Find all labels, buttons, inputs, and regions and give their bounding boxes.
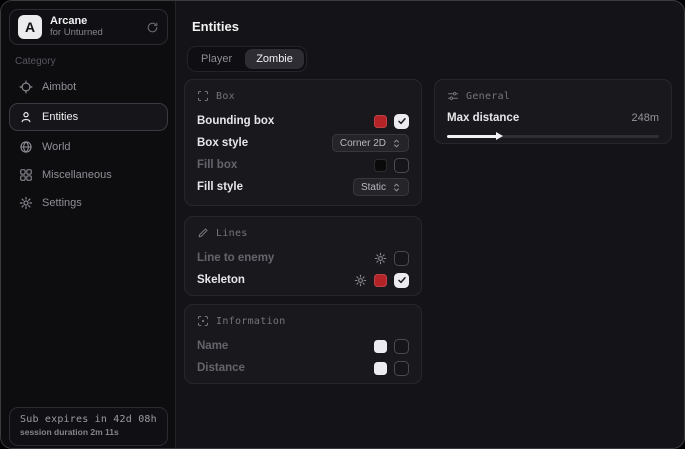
box-panel-header: Box xyxy=(197,89,409,103)
corner-brackets-icon xyxy=(197,90,209,102)
general-panel-header: General xyxy=(447,89,659,103)
bounding-box-checkbox[interactable] xyxy=(394,114,409,129)
max-distance-row: Max distance 248m xyxy=(447,109,659,127)
box-panel: Box Bounding box Box style xyxy=(184,79,422,206)
line-to-enemy-label: Line to enemy xyxy=(197,252,374,264)
sub-expiry-text: Sub expires in 42d 08h xyxy=(20,414,157,425)
line-to-enemy-checkbox[interactable] xyxy=(394,251,409,266)
fill-box-checkbox[interactable] xyxy=(394,158,409,173)
skeleton-label: Skeleton xyxy=(197,274,354,286)
panel-title: Box xyxy=(216,91,235,102)
chevrons-up-down-icon xyxy=(392,138,401,149)
sidebar-item-settings[interactable]: Settings xyxy=(9,189,168,217)
fill-style-value: Static xyxy=(361,182,386,193)
subscription-card: Sub expires in 42d 08h session duration … xyxy=(9,407,168,446)
lines-panel-header: Lines xyxy=(197,226,409,240)
name-color-swatch[interactable] xyxy=(374,340,387,353)
line-to-enemy-row: Line to enemy xyxy=(197,247,409,269)
bounding-box-row: Bounding box xyxy=(197,110,409,132)
app-subtitle: for Unturned xyxy=(50,28,138,39)
sidebar-item-aimbot[interactable]: Aimbot xyxy=(9,73,168,101)
box-style-value: Corner 2D xyxy=(340,138,386,149)
tab-zombie[interactable]: Zombie xyxy=(245,49,304,69)
fill-style-dropdown[interactable]: Static xyxy=(353,178,409,196)
skeleton-settings-gear-icon[interactable] xyxy=(354,274,367,287)
name-checkbox[interactable] xyxy=(394,339,409,354)
check-icon xyxy=(397,116,407,126)
app-header-text: Arcane for Unturned xyxy=(50,15,138,39)
box-style-label: Box style xyxy=(197,137,332,149)
bounding-box-label: Bounding box xyxy=(197,115,374,127)
sidebar: A Arcane for Unturned Category Aimbot xyxy=(1,1,176,448)
sidebar-item-label: Aimbot xyxy=(42,81,76,93)
main-content: Entities Player Zombie Box Bounding box xyxy=(177,1,684,448)
slider-handle[interactable] xyxy=(496,132,503,140)
distance-label: Distance xyxy=(197,362,374,374)
grid-icon xyxy=(19,168,33,182)
fill-box-row: Fill box xyxy=(197,154,409,176)
box-style-dropdown[interactable]: Corner 2D xyxy=(332,134,409,152)
name-label: Name xyxy=(197,340,374,352)
line-settings-gear-icon[interactable] xyxy=(374,252,387,265)
sidebar-item-label: Entities xyxy=(42,111,78,123)
information-panel: Information Name Distance xyxy=(184,304,422,384)
app-logo: A xyxy=(18,15,42,39)
skeleton-checkbox[interactable] xyxy=(394,273,409,288)
page-title: Entities xyxy=(192,19,239,34)
max-distance-label: Max distance xyxy=(447,112,631,124)
fill-box-label: Fill box xyxy=(197,159,374,171)
chevrons-up-down-icon xyxy=(392,182,401,193)
lines-panel: Lines Line to enemy Skeleton xyxy=(184,216,422,296)
panel-title: Lines xyxy=(216,228,248,239)
general-panel: General Max distance 248m xyxy=(434,79,672,144)
session-duration-text: session duration 2m 11s xyxy=(20,427,157,437)
globe-icon xyxy=(19,140,33,154)
sidebar-nav: Aimbot Entities World Miscellaneous xyxy=(9,73,168,217)
sidebar-item-label: Settings xyxy=(42,197,82,209)
sidebar-item-label: World xyxy=(42,141,71,153)
app-window: A Arcane for Unturned Category Aimbot xyxy=(0,0,685,449)
crosshair-icon xyxy=(19,80,33,94)
slider-fill xyxy=(447,135,498,138)
distance-checkbox[interactable] xyxy=(394,361,409,376)
sidebar-item-label: Miscellaneous xyxy=(42,169,112,181)
entities-icon xyxy=(19,110,33,124)
sidebar-item-miscellaneous[interactable]: Miscellaneous xyxy=(9,161,168,189)
gear-icon xyxy=(19,196,33,210)
distance-color-swatch[interactable] xyxy=(374,362,387,375)
sidebar-item-entities[interactable]: Entities xyxy=(9,103,168,131)
tab-player[interactable]: Player xyxy=(190,49,243,69)
max-distance-value: 248m xyxy=(631,112,659,124)
pencil-line-icon xyxy=(197,227,209,239)
bounding-box-color-swatch[interactable] xyxy=(374,115,387,128)
fill-box-color-swatch[interactable] xyxy=(374,159,387,172)
app-header-card: A Arcane for Unturned xyxy=(9,9,168,45)
fill-style-row: Fill style Static xyxy=(197,176,409,198)
name-row: Name xyxy=(197,335,409,357)
fill-style-label: Fill style xyxy=(197,181,353,193)
sidebar-item-world[interactable]: World xyxy=(9,133,168,161)
app-title: Arcane xyxy=(50,15,138,28)
max-distance-slider[interactable] xyxy=(447,132,659,141)
refresh-icon[interactable] xyxy=(146,21,159,34)
information-icon xyxy=(197,315,209,327)
skeleton-row: Skeleton xyxy=(197,269,409,291)
skeleton-color-swatch[interactable] xyxy=(374,274,387,287)
category-label: Category xyxy=(15,56,56,67)
box-style-row: Box style Corner 2D xyxy=(197,132,409,154)
check-icon xyxy=(397,275,407,285)
entity-tabs: Player Zombie xyxy=(187,46,307,72)
distance-row: Distance xyxy=(197,357,409,379)
panel-title: Information xyxy=(216,316,286,327)
panel-title: General xyxy=(466,91,510,102)
sliders-icon xyxy=(447,90,459,102)
information-panel-header: Information xyxy=(197,314,409,328)
